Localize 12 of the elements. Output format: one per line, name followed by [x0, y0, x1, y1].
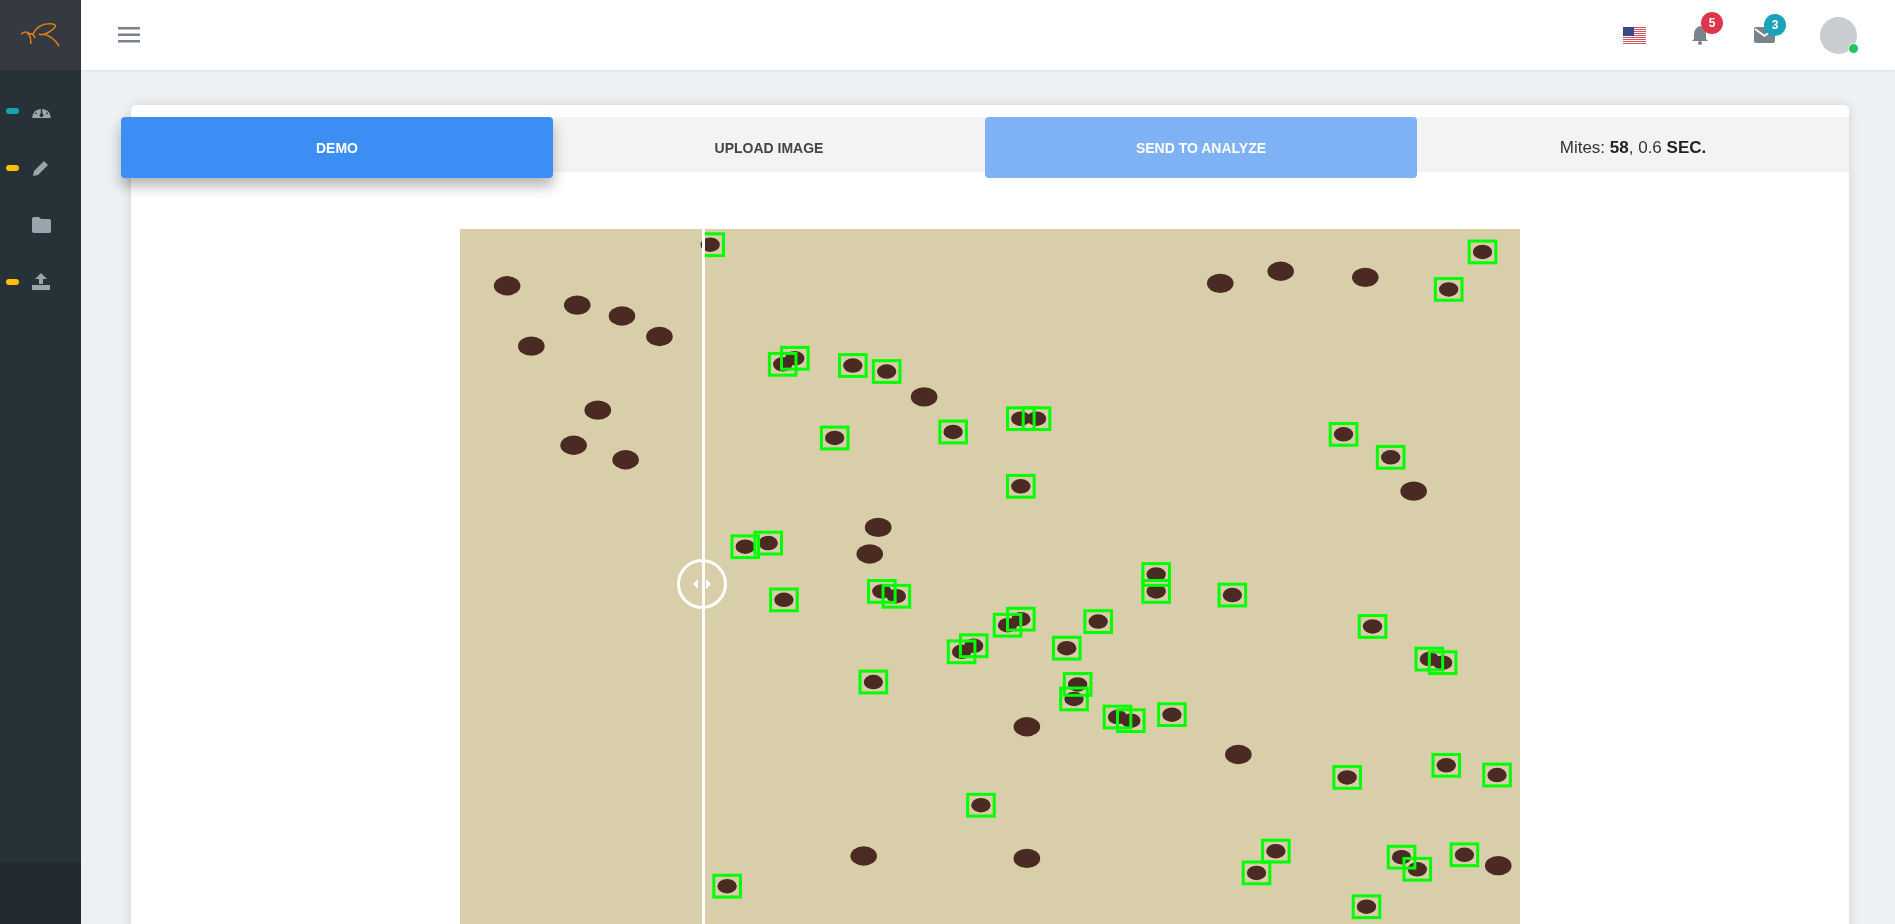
- tab-button[interactable]: DEMO: [121, 117, 553, 178]
- folder-icon: [32, 216, 51, 233]
- notification-count: 5: [1701, 12, 1723, 34]
- upload-icon: [32, 273, 50, 290]
- bell-icon[interactable]: [1691, 25, 1709, 45]
- result-summary: Mites: 58, 0.6 SEC.: [1558, 137, 1708, 158]
- menu-icon[interactable]: [118, 27, 140, 43]
- pencil-icon: [32, 158, 50, 177]
- message-count: 3: [1764, 14, 1786, 36]
- tab-button[interactable]: UPLOAD IMAGE: [553, 117, 985, 178]
- comparison-handle[interactable]: [676, 559, 727, 609]
- flag-icon[interactable]: [1623, 26, 1646, 44]
